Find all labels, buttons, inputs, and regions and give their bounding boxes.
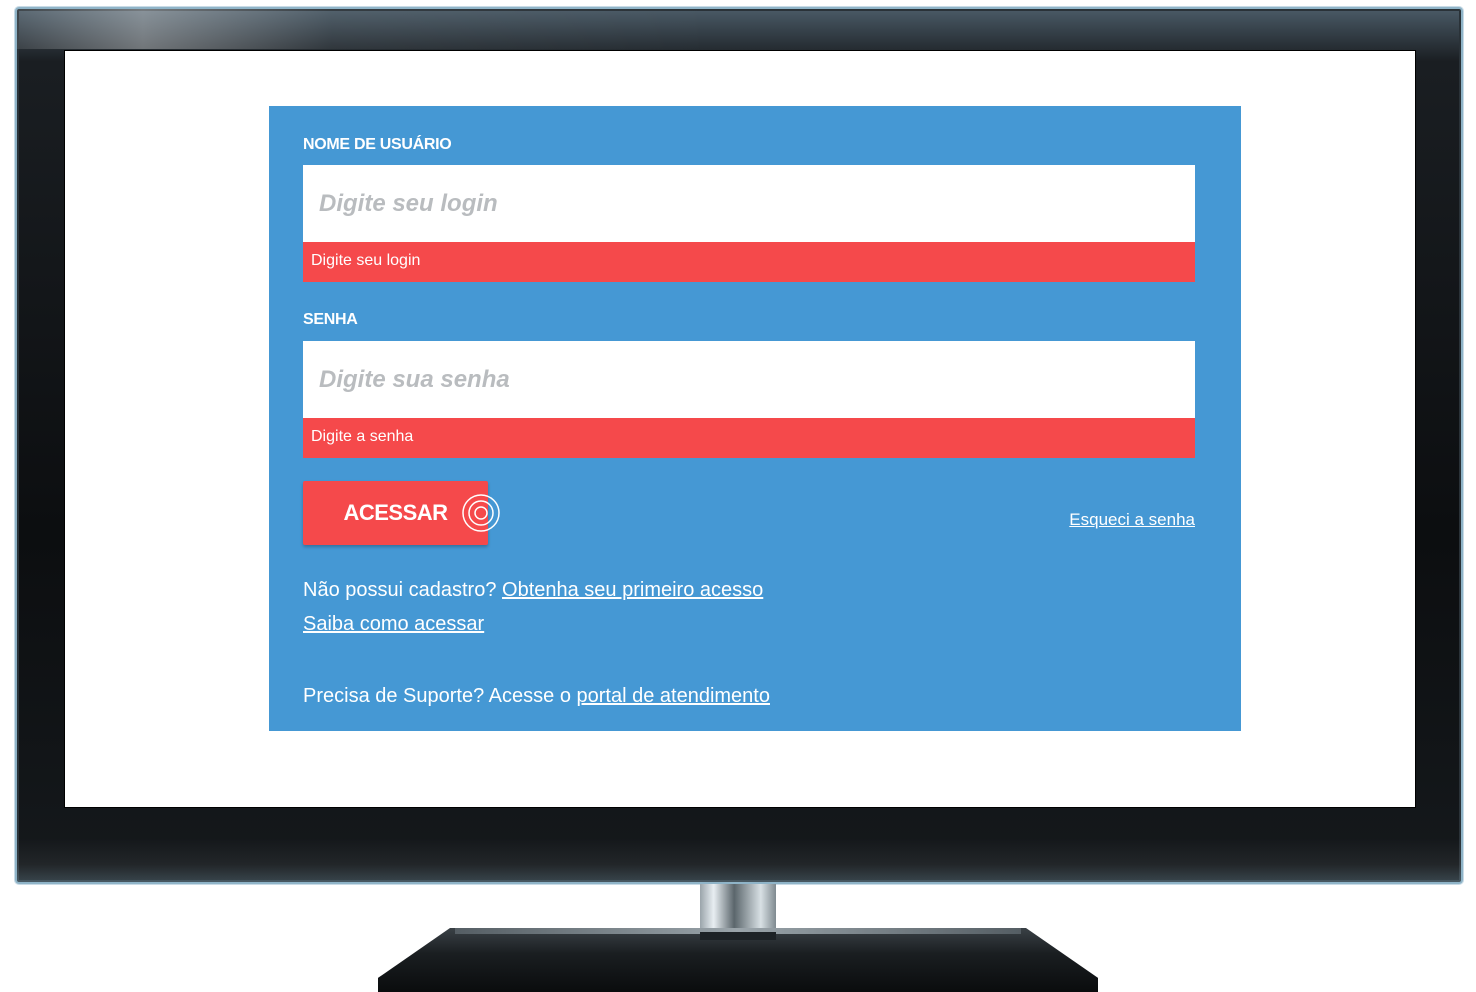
support-line: Precisa de Suporte? Acesse o portal de a… <box>303 685 770 708</box>
support-prompt: Precisa de Suporte? Acesse o <box>303 685 571 707</box>
username-input[interactable] <box>303 165 1195 242</box>
support-portal-link[interactable]: portal de atendimento <box>577 685 770 707</box>
how-to-access-line: Saiba como acessar <box>303 613 484 636</box>
how-to-access-link[interactable]: Saiba como acessar <box>303 613 484 635</box>
login-panel: NOME DE USUÁRIO Digite seu login SENHA D… <box>269 106 1241 731</box>
monitor-neck-ring <box>700 932 776 940</box>
acessar-button[interactable]: ACESSAR <box>303 481 488 545</box>
password-label: SENHA <box>303 311 358 328</box>
register-prompt: Não possui cadastro? <box>303 579 497 601</box>
password-input[interactable] <box>303 341 1195 418</box>
username-error-message: Digite seu login <box>303 242 1195 282</box>
password-error-message: Digite a senha <box>303 418 1195 458</box>
register-line: Não possui cadastro? Obtenha seu primeir… <box>303 579 763 602</box>
username-label: NOME DE USUÁRIO <box>303 136 452 153</box>
forgot-password-link[interactable]: Esqueci a senha <box>1069 510 1195 530</box>
first-access-link[interactable]: Obtenha seu primeiro acesso <box>502 579 763 601</box>
